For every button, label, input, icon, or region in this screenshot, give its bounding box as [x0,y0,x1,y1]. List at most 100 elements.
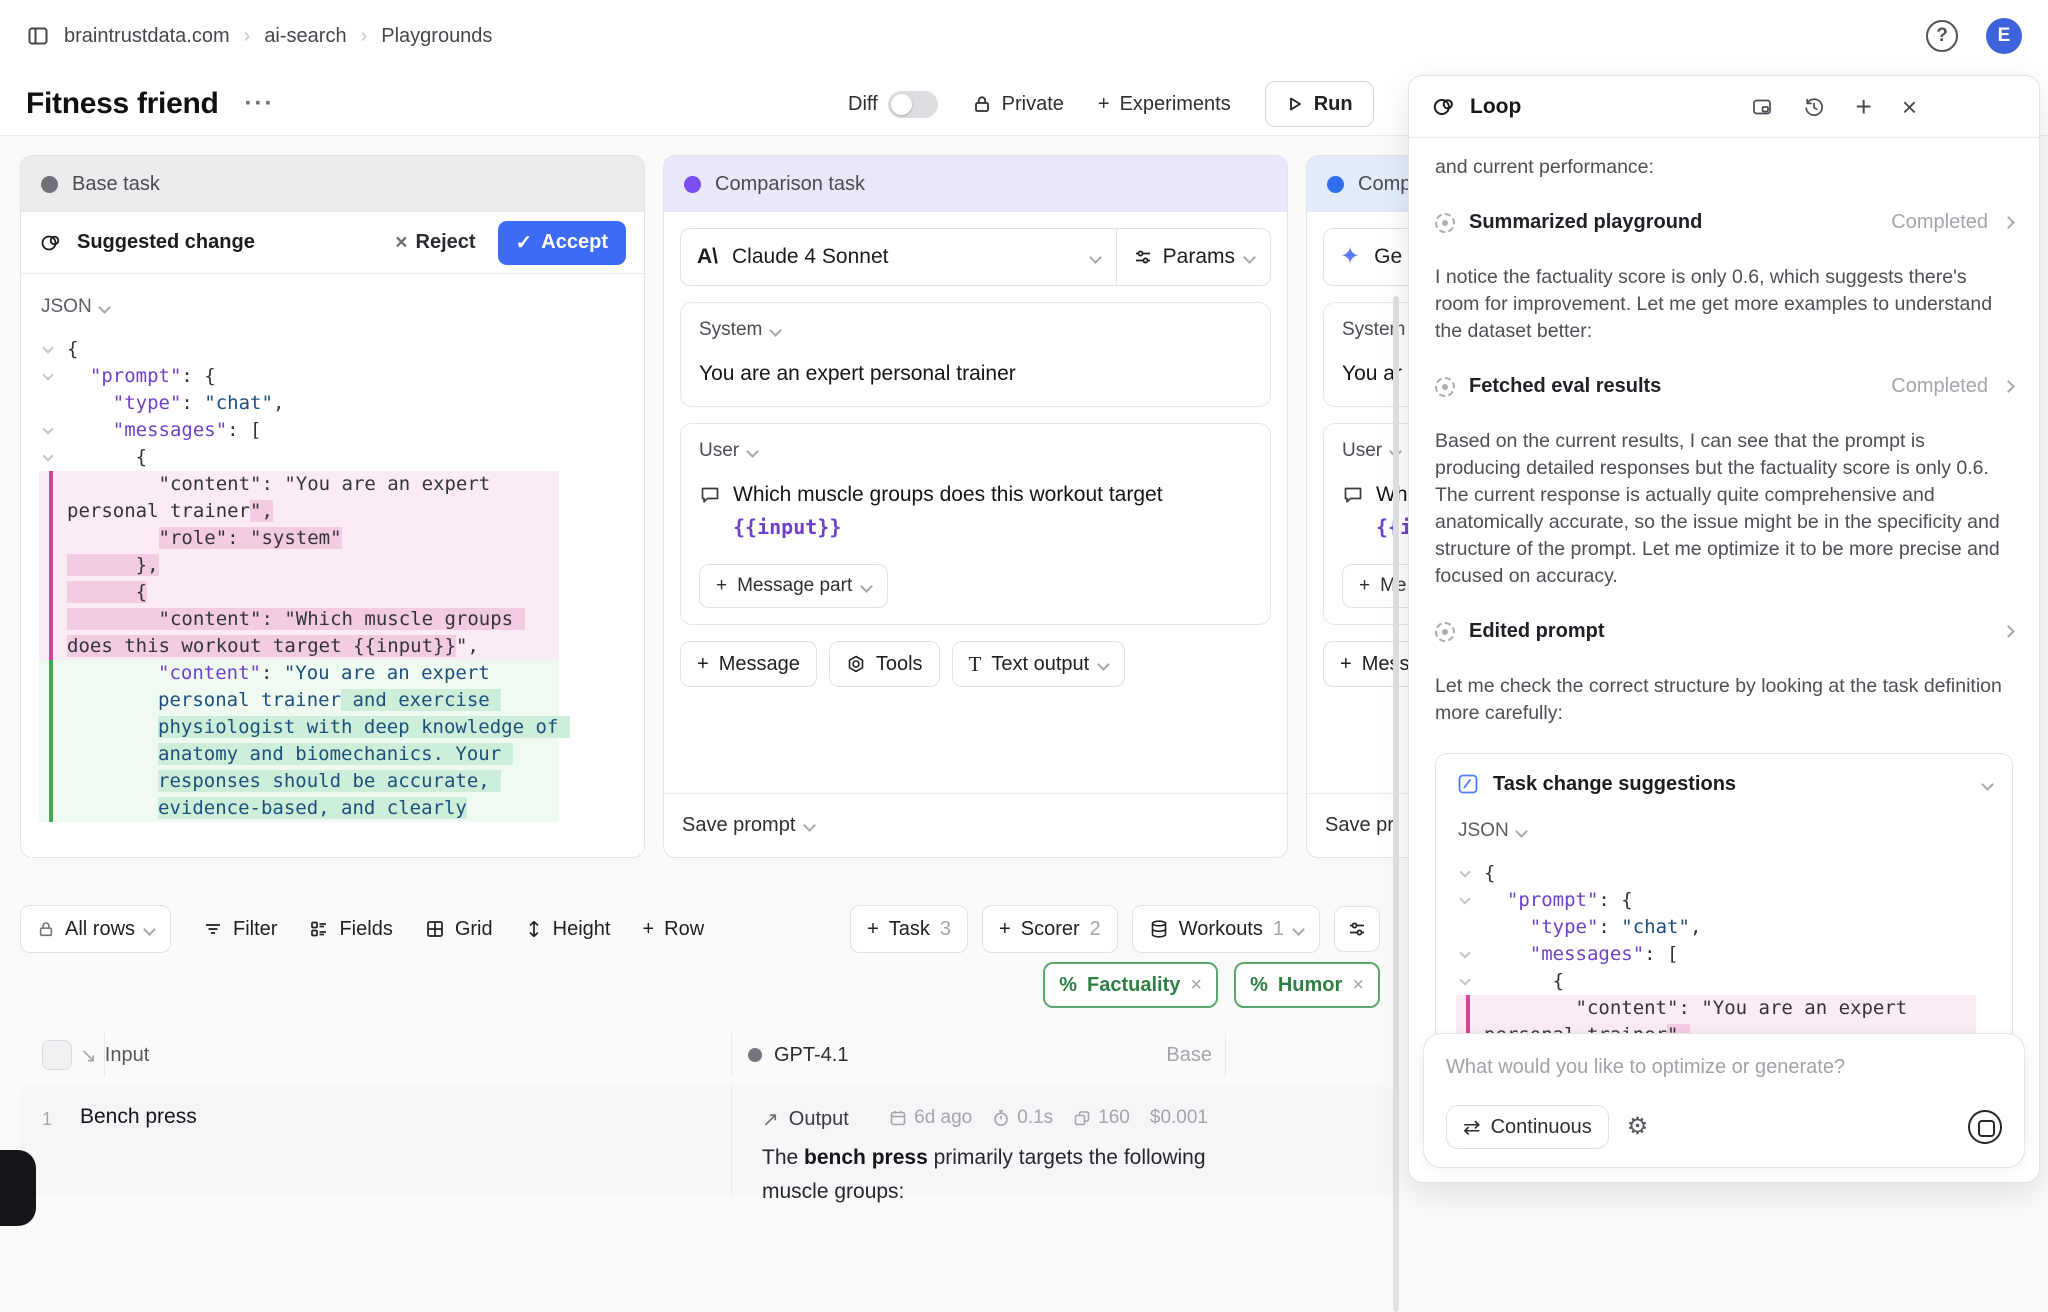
save-prompt-button[interactable]: Save prompt [664,793,1287,857]
plus-icon: + [1340,653,1352,676]
fold-chevron-icon[interactable] [42,423,53,434]
reject-label: Reject [416,231,476,254]
fold-chevron-icon[interactable] [1459,974,1470,985]
height-button[interactable]: Height [525,918,611,941]
fields-icon [309,919,329,939]
tools-button[interactable]: Tools [829,641,940,687]
user-role-select[interactable]: User [699,440,1252,462]
suggestions-card-header[interactable]: Task change suggestions [1456,772,1992,796]
accept-button[interactable]: ✓Accept [498,221,626,265]
cost-stat: $0.001 [1150,1107,1208,1129]
editor-language-select[interactable]: JSON [1456,796,1992,860]
private-button[interactable]: Private [972,93,1064,116]
main-scrollbar[interactable] [1393,296,1399,1312]
loop-panel-header: Loop + × [1409,76,2039,138]
diff-toggle-switch[interactable] [888,91,938,118]
output-cell-header[interactable]: ↗ Output [762,1107,849,1132]
chevron-down-icon [143,923,156,936]
fields-button[interactable]: Fields [309,918,392,941]
editor-language-select[interactable]: JSON [39,288,626,336]
continuous-mode-button[interactable]: ⇄ Continuous [1446,1105,1609,1149]
new-session-icon[interactable]: + [1855,97,1871,117]
reject-button[interactable]: × Reject [395,231,475,255]
fold-chevron-icon[interactable] [1459,947,1470,958]
loop-panel: Loop + × and current performance: Summar… [1408,75,2040,1183]
params-button[interactable]: Params [1117,229,1270,285]
fold-chevron-icon[interactable] [1459,866,1470,877]
input-column-header[interactable]: ↘ Input [80,1043,149,1068]
breadcrumb-project[interactable]: ai-search [264,25,346,48]
title-menu-icon[interactable]: ··· [245,90,275,118]
table-row[interactable]: 1 Bench press ↗ Output 6d ago 0.1s 160 [20,1085,1394,1195]
system-message-text[interactable]: You are an expert personal trainer [699,357,1252,390]
editor-language-label: JSON [41,296,92,318]
base-task-editor[interactable]: JSON { "prompt": { "type": "chat", "mess… [21,274,644,857]
dataset-button[interactable]: Workouts 1 [1132,905,1320,953]
model-select[interactable]: A\ Claude 4 Sonnet [681,229,1117,285]
base-editor-code[interactable]: { "prompt": { "type": "chat", "messages"… [39,336,559,822]
add-message-part-button[interactable]: + Message part [699,564,888,608]
calendar-icon [889,1109,907,1127]
chevron-down-icon [746,445,759,458]
loop-step-row[interactable]: Summarized playgroundCompleted [1435,211,2013,234]
grid-button[interactable]: Grid [425,918,493,941]
column-divider [731,1033,732,1077]
system-role-select[interactable]: System [699,319,1252,341]
user-text: Wh [1376,483,1408,506]
close-icon: × [395,231,407,255]
user-message-text[interactable]: Which muscle groups does this workout ta… [733,478,1252,544]
fields-label: Fields [339,918,392,941]
remove-scorer-icon[interactable]: × [1352,974,1364,997]
fold-chevron-icon[interactable] [42,450,53,461]
stop-button[interactable] [1968,1110,2002,1144]
text-type-icon: T [969,652,982,677]
add-task-button[interactable]: + Task 3 [850,905,968,953]
fold-chevron-icon[interactable] [42,342,53,353]
add-row-button[interactable]: + Row [642,918,704,941]
help-icon[interactable]: ? [1926,20,1958,52]
avatar[interactable]: E [1986,18,2022,54]
check-icon: ✓ [516,230,533,255]
user-message-card[interactable]: User Which muscle groups does this worko… [680,423,1271,625]
view-options-button[interactable] [1334,906,1380,952]
all-rows-filter-button[interactable]: All rows [20,905,171,953]
history-icon[interactable] [1803,96,1825,118]
experiments-button[interactable]: + Experiments [1098,93,1231,116]
breadcrumb-separator: › [244,25,251,48]
loop-conversation: and current performance: Summarized play… [1409,138,2039,1182]
filter-button[interactable]: Filter [203,918,277,941]
factuality-scorer-badge[interactable]: % Factuality × [1043,962,1218,1008]
bottom-left-overlay-corner [0,1150,36,1226]
model-column-header[interactable]: GPT-4.1 [748,1044,848,1067]
plus-icon: + [867,918,879,941]
fold-chevron-icon[interactable] [42,369,53,380]
text-output-button[interactable]: T Text output [952,641,1126,687]
gear-icon[interactable]: ⚙ [1627,1115,1649,1139]
breadcrumb-section[interactable]: Playgrounds [381,25,492,48]
tokens-stat: 160 [1073,1107,1130,1129]
cost-value: $0.001 [1150,1107,1208,1129]
remove-scorer-icon[interactable]: × [1190,974,1202,997]
run-button[interactable]: Run [1265,81,1374,127]
loop-prompt-input[interactable] [1446,1056,2002,1079]
fold-chevron-icon[interactable] [1459,893,1470,904]
diff-toggle[interactable]: Diff [848,91,938,118]
add-scorer-button[interactable]: + Scorer 2 [982,905,1118,953]
save-prompt-label: Save pr [1325,814,1394,837]
row-input-cell[interactable]: Bench press [80,1105,197,1129]
select-all-checkbox[interactable] [42,1040,72,1070]
close-panel-icon[interactable]: × [1902,97,1917,117]
pop-out-icon[interactable] [1751,96,1773,118]
humor-scorer-badge[interactable]: % Humor × [1234,962,1380,1008]
chevron-down-icon [1515,825,1528,838]
output-text[interactable]: The bench press primarily targets the fo… [762,1141,1232,1209]
add-message-button[interactable]: + Message [680,641,817,687]
system-message-card[interactable]: System You are an expert personal traine… [680,302,1271,407]
gemini-sparkle-icon: ✦ [1340,245,1360,269]
loop-step-row[interactable]: Fetched eval resultsCompleted [1435,375,2013,398]
loop-step-row[interactable]: Edited prompt [1435,620,2013,643]
chevron-down-icon [804,819,817,832]
sidebar-toggle-icon[interactable] [26,24,50,48]
breadcrumb-org[interactable]: braintrustdata.com [64,25,230,48]
code-line: { [1456,968,1976,995]
